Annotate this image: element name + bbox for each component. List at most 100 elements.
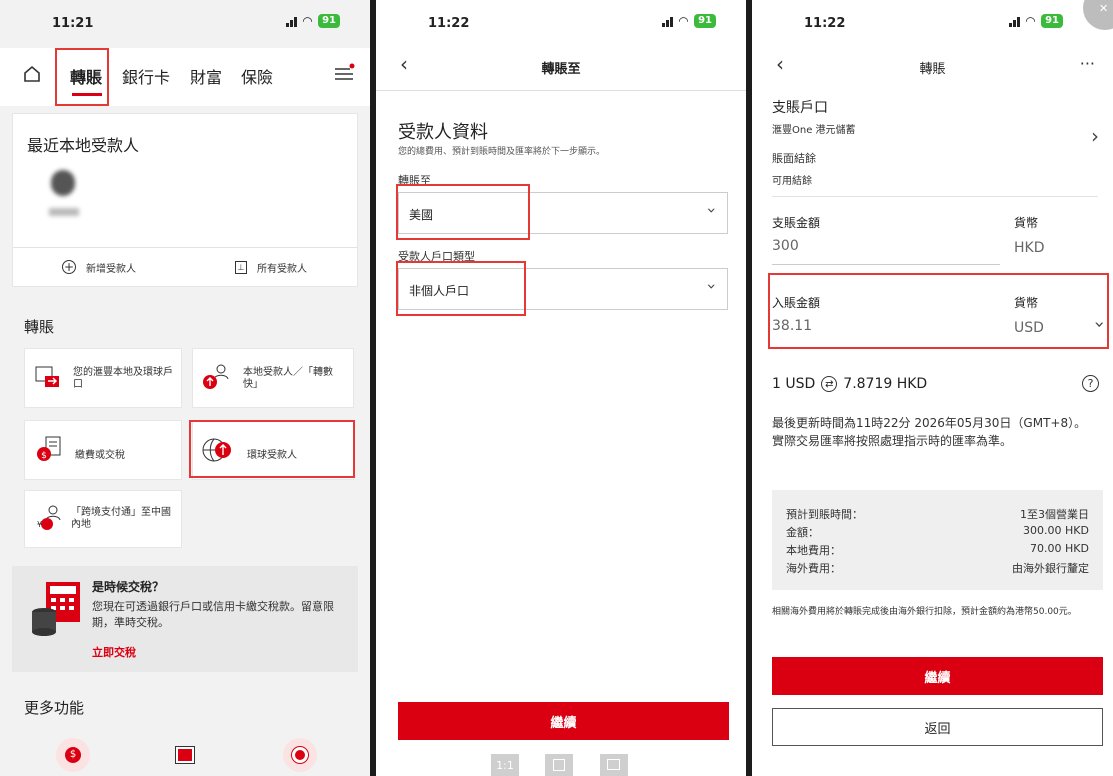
fit-screen-icon xyxy=(553,759,565,771)
rate-update-text: 最後更新時間為11時22分 2026年05月30日（GMT+8）。實際交易匯率將… xyxy=(772,416,1087,448)
contacts-icon: ⊥ xyxy=(235,260,247,274)
status-time: 11:22 xyxy=(428,16,470,31)
promo-link[interactable]: 立即交稅 xyxy=(92,644,136,660)
highlight-box xyxy=(396,261,526,316)
add-payee-button[interactable]: + 新增受款人 xyxy=(13,248,185,286)
transfer-section-title: 轉賬 xyxy=(24,318,55,336)
all-payees-label: 所有受款人 xyxy=(257,263,307,275)
tab-bank-card[interactable]: 銀行卡 xyxy=(122,64,170,88)
debit-amount-label: 支賬金額 xyxy=(772,216,821,230)
payee-name-blurred xyxy=(49,208,79,216)
feature-icon-target[interactable] xyxy=(283,738,317,772)
tile-own-accounts[interactable]: 您的滙豐本地及環球戶口 xyxy=(24,348,182,408)
zoom-1-1-button[interactable]: 1:1 xyxy=(491,754,519,776)
coin-icon: $ xyxy=(65,747,81,763)
more-features-title: 更多功能 xyxy=(24,699,85,717)
continue-button[interactable]: 繼續 xyxy=(398,702,729,740)
local-payee-icon xyxy=(203,364,229,389)
menu-icon[interactable] xyxy=(333,62,355,84)
tile-cross-boundary-label: 「跨境支付通」至中國內地 xyxy=(71,507,171,530)
chevron-down-icon: › xyxy=(702,207,722,214)
recent-payees-title: 最近本地受款人 xyxy=(27,136,140,155)
more-options-icon[interactable]: ··· xyxy=(1080,54,1095,73)
summary-value: 300.00 HKD xyxy=(1023,524,1089,537)
chevron-down-icon[interactable]: › xyxy=(1089,321,1110,328)
close-icon: ✕ xyxy=(1099,2,1109,15)
all-payees-button[interactable]: ⊥ 所有受款人 xyxy=(185,248,357,286)
signal-icon xyxy=(285,15,297,27)
summary-value: 由海外銀行釐定 xyxy=(1012,562,1089,575)
debit-amount-value[interactable]: 300 xyxy=(772,238,799,254)
divider xyxy=(772,264,1000,265)
own-accounts-icon xyxy=(35,366,59,387)
svg-text:¥: ¥ xyxy=(37,520,42,529)
summary-label: 預計到賬時間： xyxy=(786,508,863,521)
tile-own-accounts-label: 您的滙豐本地及環球戶口 xyxy=(73,367,173,390)
wifi-icon: ◠ xyxy=(1025,14,1036,28)
chevron-right-icon[interactable]: › xyxy=(1091,124,1099,148)
screen-transfer-details: 11:22 ◠ 91 ✕ ‹ 轉賬 ··· 支賬戶口 滙豐One 港元儲蓄 › … xyxy=(752,0,1113,776)
target-icon xyxy=(291,746,309,764)
tab-insurance[interactable]: 保險 xyxy=(241,64,273,88)
svg-text:$: $ xyxy=(41,451,47,461)
fit-screen-button[interactable] xyxy=(545,754,573,776)
tile-local-payee-label: 本地受款人／「轉數快」 xyxy=(243,367,333,390)
page-title: 轉賬至 xyxy=(541,62,581,77)
tile-pay-bills[interactable]: $ 繳費或交稅 xyxy=(24,420,182,480)
exchange-icon: ⇄ xyxy=(821,376,838,392)
summary-label: 本地費用： xyxy=(786,544,841,557)
credit-amount-label: 入賬金額 xyxy=(772,296,821,310)
header-divider xyxy=(376,90,746,91)
status-time: 11:22 xyxy=(804,16,846,31)
credit-currency-label: 貨幣 xyxy=(1014,296,1039,310)
section-subtitle: 您的總費用、預計到賬時間及匯率將於下一步顯示。 xyxy=(398,147,606,157)
cross-boundary-icon: ¥ xyxy=(37,505,61,530)
rate-quote: 7.8719 HKD xyxy=(843,376,928,392)
export-button[interactable] xyxy=(600,754,628,776)
rate-base: 1 USD xyxy=(772,376,816,392)
status-time: 11:21 xyxy=(52,16,94,31)
feature-icon-card[interactable] xyxy=(168,738,202,772)
exchange-rate: 1 USD ⇄ 7.8719 HKD xyxy=(772,376,927,392)
status-bar: 11:22 ◠ 91 xyxy=(752,14,1113,36)
tab-wealth[interactable]: 財富 xyxy=(190,64,222,88)
chevron-down-icon: › xyxy=(702,283,722,290)
credit-currency-select[interactable]: USD xyxy=(1014,320,1044,336)
fee-note: 相關海外費用將於轉賬完成後由海外銀行扣除，預計金額約為港幣50.00元。 xyxy=(772,607,1077,617)
screen-transfer-to: 11:22 ◠ 91 ‹ 轉賬至 受款人資料 您的總費用、預計到賬時間及匯率將於… xyxy=(376,0,746,776)
bill-icon: $ xyxy=(37,436,61,461)
battery-icon: 91 xyxy=(318,14,340,28)
help-icon[interactable]: ? xyxy=(1082,375,1099,392)
wifi-icon: ◠ xyxy=(302,14,313,28)
export-icon xyxy=(607,759,620,770)
home-icon[interactable] xyxy=(22,64,42,84)
tile-cross-boundary[interactable]: ¥ 「跨境支付通」至中國內地 xyxy=(24,490,182,548)
balance-label: 賬面結餘 xyxy=(772,152,816,165)
battery-icon: 91 xyxy=(694,14,716,28)
status-bar: 11:22 ◠ 91 xyxy=(376,14,746,36)
avatar[interactable] xyxy=(51,170,75,196)
tax-promo-banner: 是時候交稅？ 您現在可透過銀行戶口或信用卡繳交稅款。留意限期，準時交稅。 立即交… xyxy=(12,566,358,672)
summary-value: 70.00 HKD xyxy=(1030,542,1089,555)
tile-local-payee[interactable]: 本地受款人／「轉數快」 xyxy=(192,348,354,408)
summary-value: 1至3個營業日 xyxy=(1020,508,1089,521)
status-bar: 11:21 ◠ 91 xyxy=(0,14,370,36)
available-label: 可用結餘 xyxy=(772,176,812,187)
credit-amount-value[interactable]: 38.11 xyxy=(772,318,812,334)
battery-icon: 91 xyxy=(1041,14,1063,28)
plus-icon: + xyxy=(62,260,76,274)
continue-button[interactable]: 繼續 xyxy=(772,657,1103,695)
promo-title: 是時候交稅？ xyxy=(92,580,165,594)
wifi-icon: ◠ xyxy=(678,14,689,28)
debit-account-name: 滙豐One 港元儲蓄 xyxy=(772,125,856,136)
calculator-icon xyxy=(32,582,80,636)
tile-pay-bills-label: 繳費或交稅 xyxy=(75,450,125,461)
feature-icon-coin[interactable]: $ xyxy=(56,738,90,772)
highlight-box xyxy=(768,273,1109,349)
debit-currency-value: HKD xyxy=(1014,240,1045,256)
debit-account-title: 支賬戶口 xyxy=(772,100,828,116)
back-button[interactable]: 返回 xyxy=(772,708,1103,746)
highlight-box xyxy=(396,184,530,240)
section-title: 受款人資料 xyxy=(398,122,488,143)
summary-box: 預計到賬時間： 1至3個營業日 金額： 300.00 HKD 本地費用： 70.00 … xyxy=(772,490,1103,590)
